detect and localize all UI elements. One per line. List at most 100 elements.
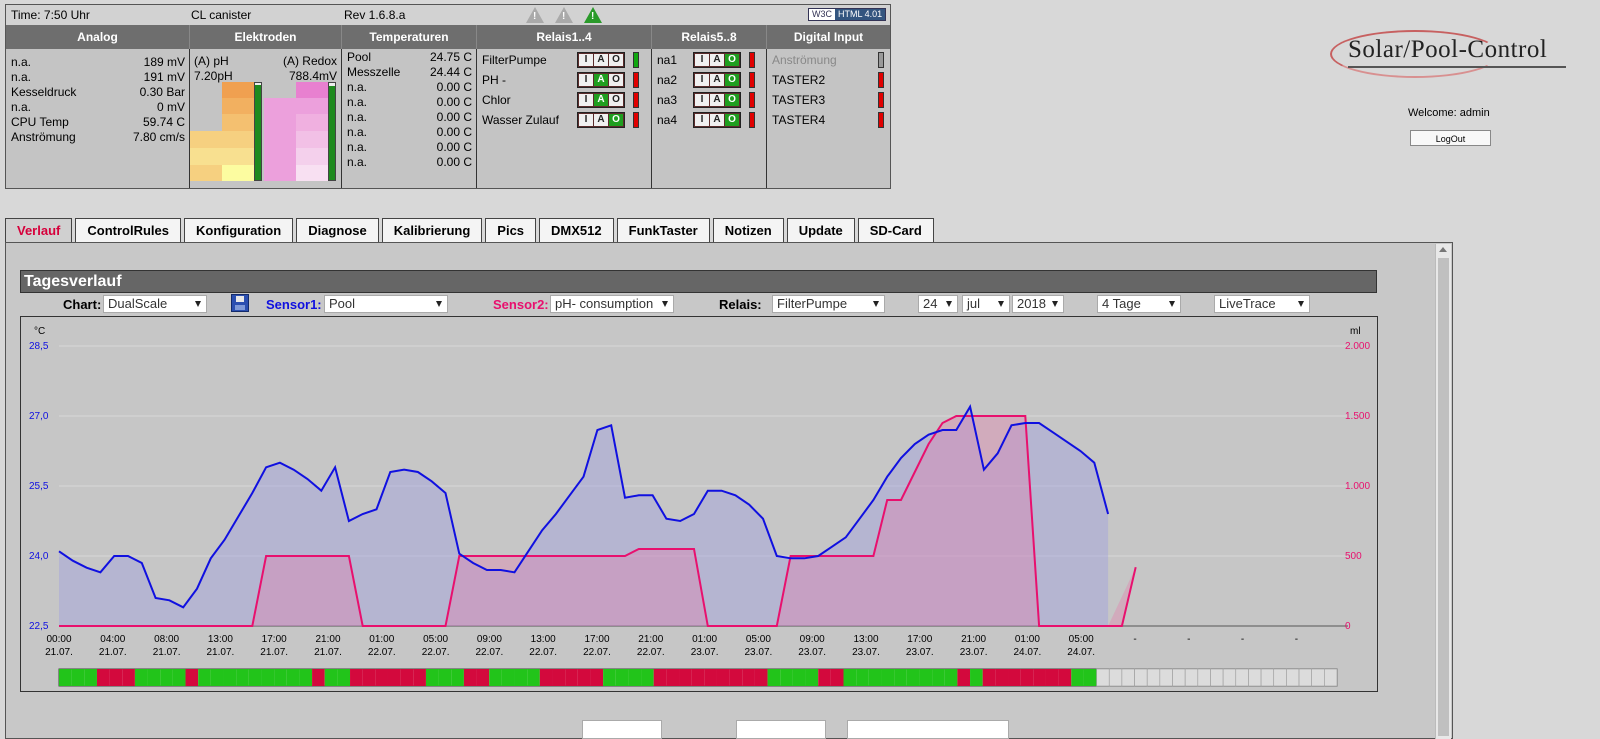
chevron-down-icon — [1052, 301, 1058, 307]
tab-pics[interactable]: Pics — [485, 218, 537, 242]
day-select[interactable]: 24 — [918, 295, 958, 313]
tab-verlauf[interactable]: Verlauf — [5, 218, 73, 242]
chart-type-label: Chart: — [63, 297, 102, 312]
chevron-down-icon — [998, 301, 1004, 307]
range-select[interactable]: 4 Tage — [1097, 295, 1181, 313]
relay-state-indicator — [749, 52, 755, 68]
x-tick-date: 22.07. — [368, 647, 396, 658]
vertical-scrollbar[interactable] — [1435, 244, 1451, 739]
save-icon[interactable] — [231, 294, 249, 312]
relay-state-cell — [1020, 669, 1034, 686]
header-relais2: Relais5..8 — [652, 25, 767, 49]
relay-state-cell — [1033, 669, 1046, 686]
relay-mode-switch[interactable]: IAO — [693, 92, 741, 108]
relay-state-cell — [868, 669, 882, 686]
temperature-row: n.a. 0.00 C — [347, 155, 472, 169]
relay-state-cell — [1222, 668, 1237, 687]
digital-input-row: TASTER2 — [767, 70, 890, 90]
x-tick-time: 01:00 — [1015, 634, 1040, 645]
relay-state-cell — [1008, 669, 1021, 686]
sensor2-label: Sensor2: — [493, 297, 549, 312]
html-validator-badge[interactable]: W3C HTML 4.01 — [808, 8, 887, 21]
year-select[interactable]: 2018 — [1012, 295, 1064, 313]
warning-icon: ! — [526, 7, 544, 23]
tab-controlrules[interactable]: ControlRules — [75, 218, 181, 242]
warning-icon: ! — [555, 7, 573, 23]
relay-state-cell — [742, 669, 755, 686]
relay-mode-switch[interactable]: IAO — [577, 52, 625, 68]
relay-state-cell — [603, 669, 616, 686]
bottom-control[interactable] — [582, 720, 662, 739]
x-tick-date: 23.07. — [691, 647, 719, 658]
relay-state-cell — [716, 669, 730, 686]
relay-state-cell — [1071, 669, 1084, 686]
digital-input-row: TASTER3 — [767, 90, 890, 110]
relay-state-cell — [172, 669, 186, 686]
relay-state-cell — [666, 669, 680, 686]
relay-state-indicator — [749, 92, 755, 108]
x-tick-time: 09:00 — [477, 634, 502, 645]
relay-state-cell — [590, 669, 604, 686]
scroll-up-icon[interactable] — [1439, 247, 1447, 252]
tab-kalibrierung[interactable]: Kalibrierung — [381, 218, 483, 242]
firmware-version: Rev 1.6.8.a — [344, 8, 406, 22]
relay-state-cell — [830, 669, 844, 686]
tab-funktaster[interactable]: FunkTaster — [616, 218, 710, 242]
relay-state-cell — [704, 669, 717, 686]
tab-konfiguration[interactable]: Konfiguration — [183, 218, 294, 242]
tab-update[interactable]: Update — [786, 218, 855, 242]
sensor2-select[interactable]: pH- consumption — [550, 295, 674, 313]
relay-state-cell — [413, 669, 426, 686]
chevron-down-icon — [195, 301, 201, 307]
relay-state-cell — [792, 669, 806, 686]
scrollbar-thumb[interactable] — [1438, 258, 1449, 736]
relay-state-cell — [324, 669, 338, 686]
header-elektroden: Elektroden — [190, 25, 342, 49]
tab-sd-card[interactable]: SD-Card — [857, 218, 934, 242]
relay-state-cell — [1096, 668, 1110, 687]
redox-value: 788.4mV — [288, 69, 337, 83]
relay-mode-switch[interactable]: IAO — [577, 112, 625, 128]
tab-notizen[interactable]: Notizen — [712, 218, 784, 242]
chart-controls: Chart: DualScale Sensor1: Pool Sensor2: … — [20, 293, 1380, 315]
x-tick-time: 01:00 — [692, 634, 717, 645]
status-panel: Time: 7:50 Uhr CL canister Rev 1.6.8.a !… — [5, 4, 891, 189]
temperature-row: n.a. 0.00 C — [347, 110, 472, 124]
relay-state-cell — [501, 669, 515, 686]
relay-row-na2: na2 IAO — [652, 70, 766, 90]
y-right-unit-label: ml — [1350, 326, 1361, 337]
relay-state-cell — [198, 669, 211, 686]
relay-mode-switch[interactable]: IAO — [577, 72, 625, 88]
relay-state-cell — [780, 669, 793, 686]
digital-input-row: TASTER4 — [767, 110, 890, 130]
mode-select[interactable]: LiveTrace — [1214, 295, 1310, 313]
relay-state-cell — [577, 669, 591, 686]
x-tick-date: 22.07. — [637, 647, 665, 658]
chevron-down-icon — [662, 301, 668, 307]
relay-mode-switch[interactable]: IAO — [577, 92, 625, 108]
relay-mode-switch[interactable]: IAO — [693, 112, 741, 128]
tab-diagnose[interactable]: Diagnose — [296, 218, 379, 242]
y-left-unit-label: °C — [34, 326, 45, 337]
sensor1-select[interactable]: Pool — [324, 295, 448, 313]
relay-mode-switch[interactable]: IAO — [693, 72, 741, 88]
temperature-row: Pool 24.75 C — [347, 50, 472, 64]
relay-state-cell — [223, 669, 237, 686]
y-right-tick-label: 1.500 — [1345, 411, 1370, 422]
relay-state-indicator — [633, 72, 639, 88]
x-tick-time: 21:00 — [315, 634, 340, 645]
bottom-control[interactable] — [736, 720, 826, 739]
x-tick-time: 17:00 — [584, 634, 609, 645]
month-select[interactable]: jul — [962, 295, 1010, 313]
bottom-control[interactable] — [847, 720, 1009, 739]
relay-mode-switch[interactable]: IAO — [693, 52, 741, 68]
relay-state-cell — [1260, 668, 1275, 687]
relais-select[interactable]: FilterPumpe — [772, 295, 885, 313]
x-tick-time: 05:00 — [423, 634, 448, 645]
tab-dmx512[interactable]: DMX512 — [539, 218, 614, 242]
relay-state-cell — [539, 669, 553, 686]
temperatures-section: Pool 24.75 C Messzelle 24.44 C n.a. 0.00 C … — [342, 49, 477, 188]
logout-button[interactable]: LogOut — [1410, 130, 1491, 146]
x-tick-label: - — [1295, 634, 1298, 645]
chart-type-select[interactable]: DualScale — [103, 295, 207, 313]
